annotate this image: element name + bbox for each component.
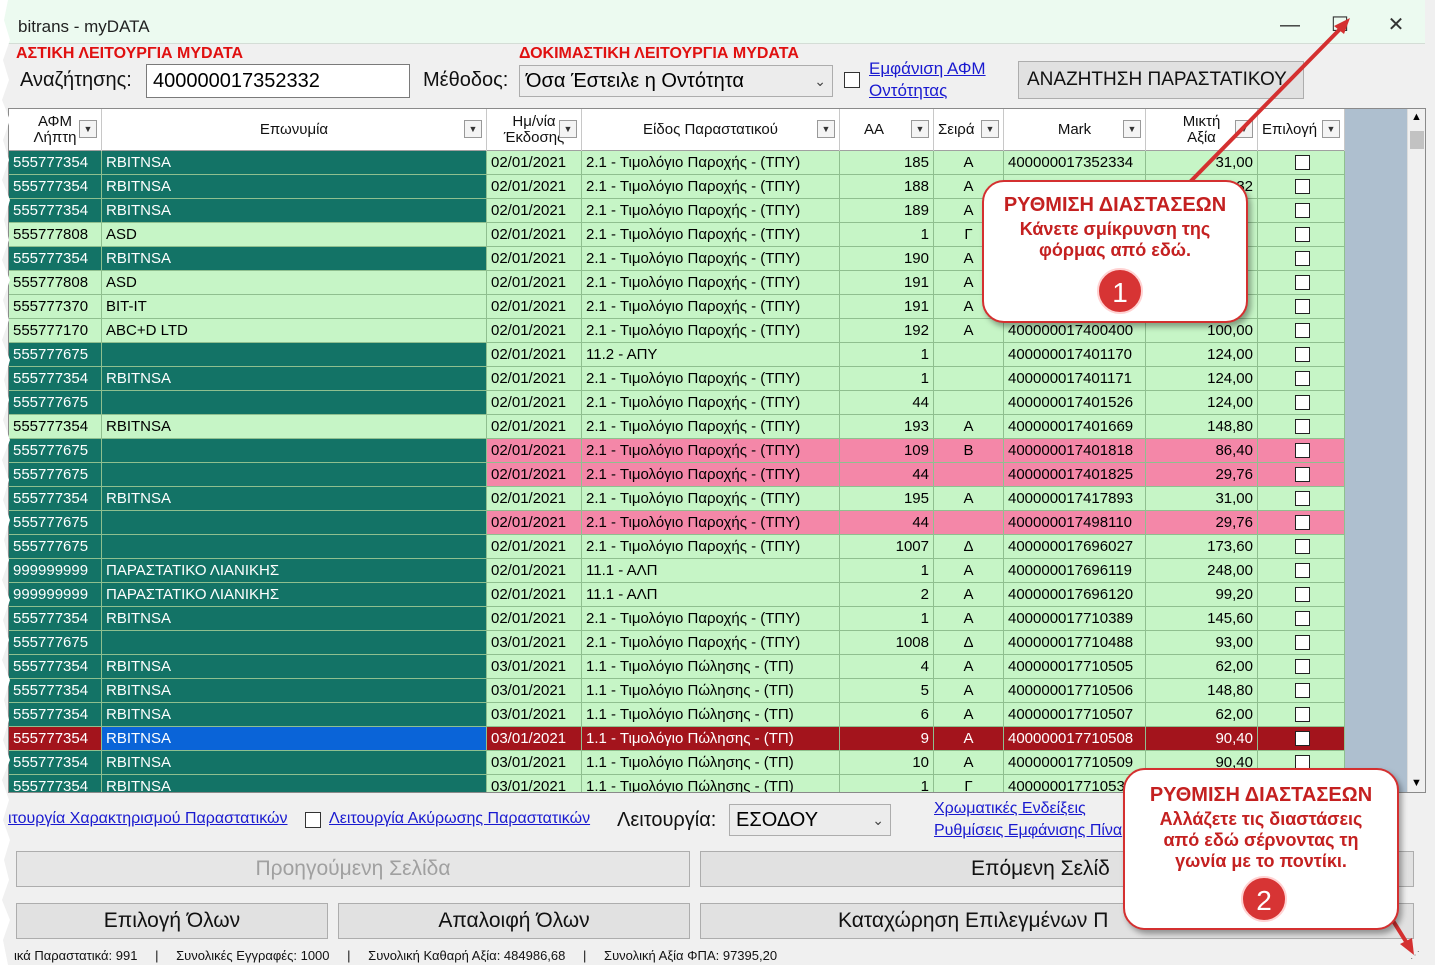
- callout-1-title: ΡΥΘΜΙΣΗ ΔΙΑΣΤΑΣΕΩΝ: [1003, 194, 1227, 216]
- callout-2-title: ΡΥΘΜΙΣΗ ΔΙΑΣΤΑΣΕΩΝ: [1149, 784, 1373, 806]
- callout-2-arrowhead: [1400, 938, 1414, 955]
- callout-1-number: 1: [1097, 268, 1143, 314]
- callout-1-line2: φόρμας από εδώ.: [1039, 240, 1191, 260]
- torn-edge: [0, 0, 10, 965]
- callout-2-line2: από εδώ σέρνοντας τη: [1163, 830, 1359, 850]
- callout-resize-1: ΡΥΘΜΙΣΗ ΔΙΑΣΤΑΣΕΩΝ Κάνετε σμίκρυνση της …: [982, 180, 1248, 323]
- callout-2-number: 2: [1241, 876, 1287, 922]
- callout-2-line3: γωνία με το ποντίκι.: [1175, 851, 1347, 871]
- main-window: bitrans - myDATA — ☐ ✕ ΑΣΤΙΚΗ ΛΕΙΤΟΥΡΓΙΑ…: [0, 0, 1435, 965]
- callout-2-line1: Αλλάζετε τις διαστάσεις: [1159, 809, 1363, 829]
- callout-1-line1: Κάνετε σμίκρυνση της: [1019, 219, 1211, 239]
- callout-1-arrow: [1188, 22, 1347, 184]
- callout-resize-2: ΡΥΘΜΙΣΗ ΔΙΑΣΤΑΣΕΩΝ Αλλάζετε τις διαστάσε…: [1123, 768, 1399, 930]
